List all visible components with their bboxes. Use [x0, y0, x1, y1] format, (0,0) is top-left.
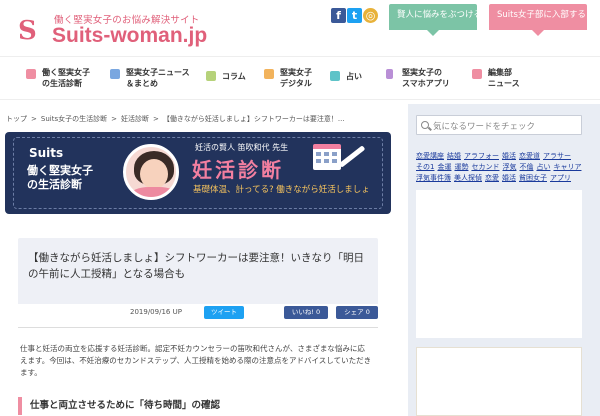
tag-link[interactable]: 不倫: [519, 163, 533, 171]
tag-link[interactable]: 浮気: [502, 163, 516, 171]
keyword-tags: 恋愛講座 結婚 アラフォー 婚活 恋愛道 アラサーその1 金運 運勢 セカンド 浮気 不倫 占い キャリ…: [416, 151, 586, 184]
tag-link[interactable]: 金運: [437, 163, 451, 171]
book-icon: [206, 71, 216, 81]
grid-icon: [472, 69, 482, 79]
tag-link[interactable]: 婚活: [502, 152, 516, 160]
sidebar-ad-slot-2: [416, 347, 582, 416]
article-meta-bar: 2019/09/16 UP ツイート いいね! 0 シェア 0: [18, 304, 378, 322]
breadcrumb: トップ > Suits女子の生活診断 > 妊活診断 > 【働きながら妊活しましょ】シフトワー…: [6, 114, 349, 124]
nav-item-label: 占い: [346, 72, 362, 81]
tag-link[interactable]: 恋愛: [485, 174, 499, 182]
tag-link[interactable]: アラサー: [543, 152, 571, 160]
tag-link[interactable]: 貧困女子: [519, 174, 547, 182]
section-heading: 仕事と両立させるために「待ち時間」の確認: [18, 397, 378, 415]
tag-link[interactable]: アラフォー: [464, 152, 499, 160]
search-placeholder: 気になるワードをチェック: [433, 122, 536, 132]
author-avatar: [123, 144, 179, 200]
breadcrumb-life-diagnosis[interactable]: Suits女子の生活診断: [41, 115, 107, 123]
divider: [18, 327, 378, 328]
nav-item-label: 編集部 ニュース: [488, 68, 520, 88]
tag-link[interactable]: 結婚: [447, 152, 461, 160]
heart-icon: [26, 69, 36, 79]
nav-item-label: 働く堅実女子 の生活診断: [42, 68, 90, 88]
tag-link[interactable]: キャリア: [553, 163, 581, 171]
nav-item-label: 堅実女子ニュース ＆まとめ: [126, 68, 190, 88]
tag-link[interactable]: 恋愛道: [519, 152, 540, 160]
nav-item-label: コラム: [222, 72, 246, 81]
tag-link[interactable]: 恋愛講座: [416, 152, 444, 160]
article-lead: 仕事と妊活の両立を応援する妊活診断。認定不妊カウンセラーの笛吹和代さんが、さまざ…: [20, 344, 372, 377]
category-banner[interactable]: Suits 働く堅実女子 の生活診断 妊活の賢人 笛吹和代 先生 妊活診断 基礎…: [5, 132, 391, 214]
banner-byline: 妊活の賢人 笛吹和代 先生: [195, 143, 289, 152]
line-icon[interactable]: ◎: [363, 8, 378, 23]
breadcrumb-current: 【働きながら妊活しましょ】シフトワーカーは要注意！...: [162, 115, 345, 123]
tag-link[interactable]: 美人探偵: [454, 174, 482, 182]
star-icon: [330, 71, 340, 81]
breadcrumb-fertility[interactable]: 妊活診断: [121, 115, 149, 123]
banner-title: 妊活診断: [192, 158, 284, 182]
phone-icon: [386, 69, 393, 79]
news-icon: [110, 69, 120, 79]
article-title: 【働きながら妊活しましょ】シフトワーカーは要注意！いきなり「明日の午前に人工授精…: [28, 252, 364, 280]
tag-link[interactable]: その1: [416, 163, 434, 171]
breadcrumb-separator: >: [31, 115, 37, 123]
tweet-button[interactable]: ツイート: [204, 306, 244, 319]
search-input[interactable]: 気になるワードをチェック: [416, 115, 582, 135]
logo-text: Suits-woman.jp: [52, 24, 208, 47]
nav-item-label: 堅実女子の スマホアプリ: [402, 68, 450, 88]
tag-link[interactable]: 占い: [536, 163, 550, 171]
banner-catchphrase: 基礎体温、計ってる? 働きながら妊活しましょ: [193, 185, 370, 195]
share-button[interactable]: シェア 0: [336, 306, 378, 319]
tag-link[interactable]: セカンド: [471, 163, 499, 171]
site-logo[interactable]: 働く堅実女子のお悩み解決サイト S Suits-woman.jp: [14, 6, 224, 52]
like-button[interactable]: いいね! 0: [284, 306, 328, 319]
banner-brand-sub: 働く堅実女子 の生活診断: [27, 164, 93, 191]
tag-link[interactable]: アプリ: [550, 174, 571, 182]
breadcrumb-home[interactable]: トップ: [6, 115, 27, 123]
tag-link[interactable]: 浮気事件簿: [416, 174, 451, 182]
main-nav: 働く堅実女子 の生活診断 堅実女子ニュース ＆まとめ コラム 堅実女子 デジタル…: [0, 56, 600, 100]
facebook-icon[interactable]: f: [331, 8, 346, 23]
tag-link[interactable]: 運勢: [454, 163, 468, 171]
tag-link[interactable]: 婚活: [502, 174, 516, 182]
breadcrumb-separator: >: [152, 115, 159, 123]
article-date: 2019/09/16 UP: [130, 308, 182, 316]
sidebar-ad-slot: [416, 190, 582, 338]
banner-brand: Suits: [29, 146, 64, 160]
search-icon: [421, 121, 429, 129]
join-club-button[interactable]: Suits女子部に入部する: [489, 4, 587, 36]
twitter-icon[interactable]: t: [347, 8, 362, 23]
consult-button[interactable]: 賢人に悩みをぶつける: [389, 4, 482, 36]
nav-item-label: 堅実女子 デジタル: [280, 68, 312, 88]
breadcrumb-separator: >: [111, 115, 117, 123]
bag-icon: [264, 69, 274, 79]
logo-mark-icon: S: [18, 16, 37, 46]
site-header: 働く堅実女子のお悩み解決サイト S Suits-woman.jp f t ◎ 賢…: [0, 0, 600, 56]
calendar-icon: [313, 144, 341, 170]
